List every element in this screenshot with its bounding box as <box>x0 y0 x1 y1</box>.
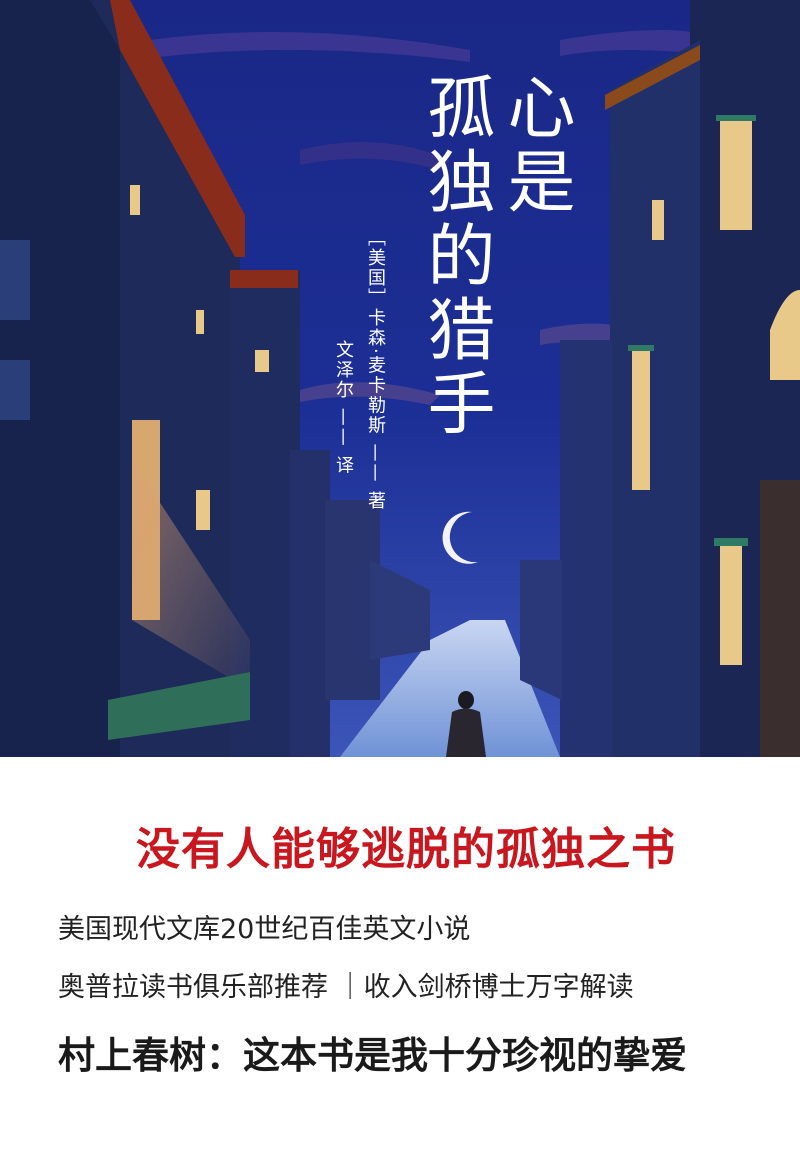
window <box>0 240 30 320</box>
window-frame <box>716 115 756 121</box>
window <box>196 310 204 334</box>
cover-blurb: 没有人能够逃脱的孤独之书 美国现代文库20世纪百佳英文小说 奥普拉读书俱乐部推荐… <box>0 757 800 1156</box>
window-frame <box>628 345 654 351</box>
window <box>0 360 30 420</box>
doorway <box>760 480 800 757</box>
window <box>652 200 664 240</box>
right-building <box>610 40 700 757</box>
recommendation-line: 奥普拉读书俱乐部推荐 ｜收入剑桥博士万字解读 <box>58 972 634 1003</box>
window <box>720 120 752 230</box>
night-street-illustration <box>0 0 800 757</box>
author-credit: ［美国］卡森·麦卡勒斯 —— 著 <box>365 228 386 512</box>
window <box>720 545 742 665</box>
figure-head <box>458 691 474 709</box>
right-building <box>520 560 562 700</box>
translator-credit: 文泽尔 —— 译 <box>333 340 354 476</box>
window <box>196 490 210 530</box>
left-building <box>290 450 330 757</box>
window <box>255 350 269 372</box>
cover-illustration: 心是 孤独的猎手 ［美国］卡森·麦卡勒斯 —— 著 文泽尔 —— 译 <box>0 0 800 757</box>
window <box>130 185 140 215</box>
book-title-line-1: 心是 <box>495 72 574 220</box>
left-roof-trim <box>230 270 298 288</box>
walking-figure <box>446 708 486 757</box>
window-frame <box>714 538 748 546</box>
book-title-line-2: 孤独的猎手 <box>415 72 494 442</box>
quote-line: 村上春树：这本书是我十分珍视的挚爱 <box>58 1034 687 1077</box>
right-building <box>560 340 612 757</box>
window <box>632 350 650 490</box>
accolade-line: 美国现代文库20世纪百佳英文小说 <box>58 914 471 945</box>
tagline: 没有人能够逃脱的孤独之书 <box>136 824 676 875</box>
